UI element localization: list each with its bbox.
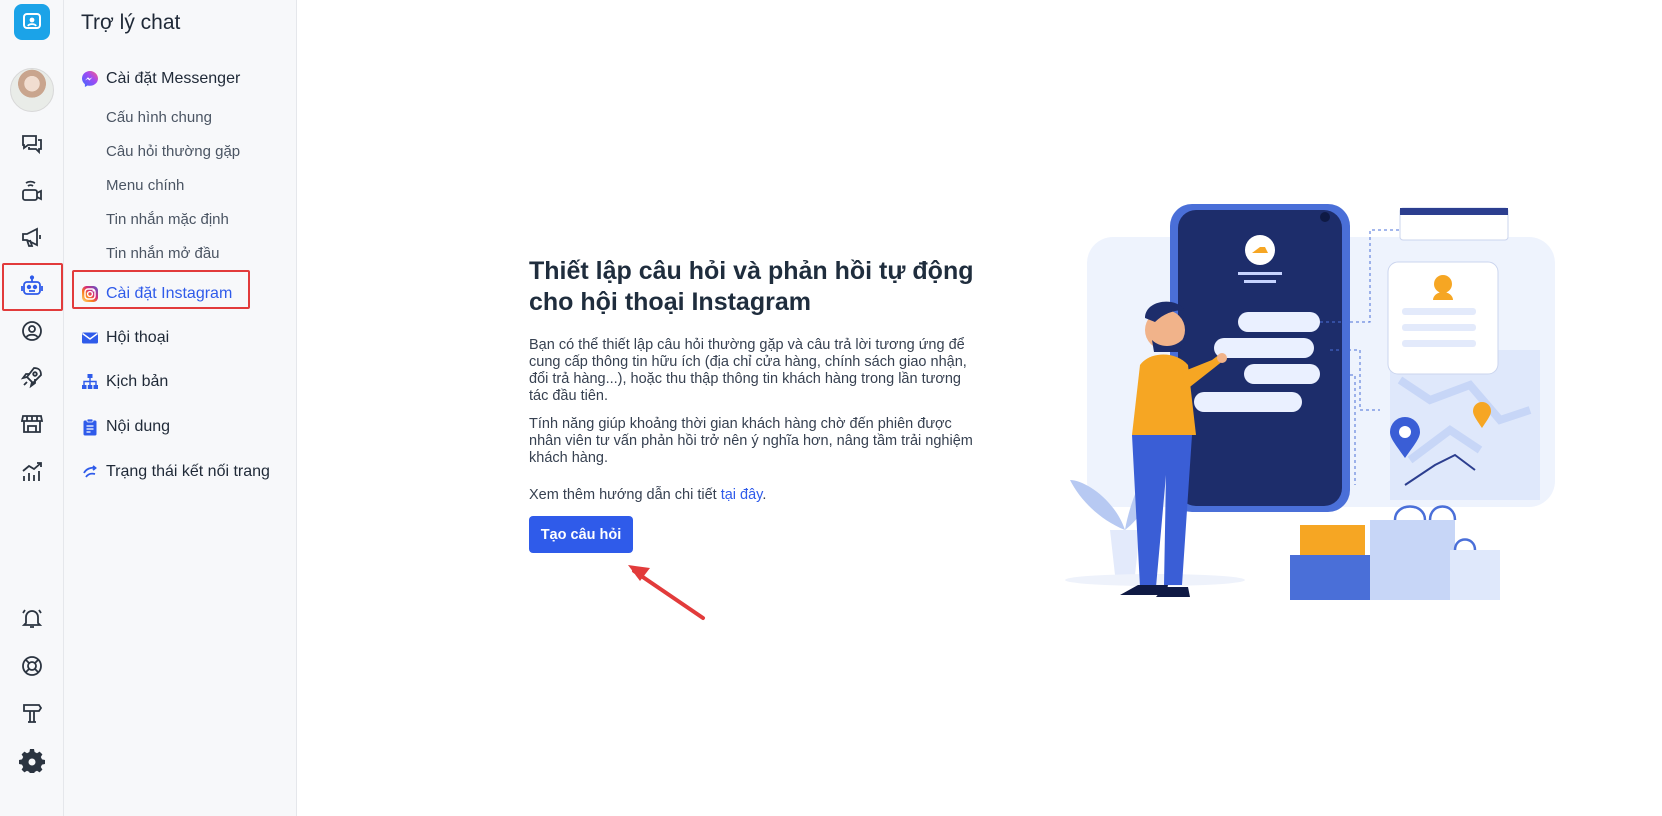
para-line: tác đầu tiên. <box>529 388 608 404</box>
annotation-arrow <box>628 565 705 620</box>
chatbot-illustration <box>1065 204 1555 600</box>
sidebar-group-label: Trạng thái kết nối trang <box>106 462 270 480</box>
page-title-line1: Thiết lập câu hỏi và phản hồi tự động <box>529 257 974 285</box>
link-status-icon <box>80 462 99 481</box>
guide-link[interactable]: tại đây <box>721 487 763 503</box>
sidebar-group-label: Cài đặt Messenger <box>106 69 241 87</box>
user-circle-icon[interactable] <box>8 309 56 353</box>
analytics-icon[interactable] <box>8 450 56 494</box>
clipboard-icon <box>80 417 99 436</box>
app: Trợ lý chat Cài đặt Messenger Cấu hình c… <box>0 0 1662 816</box>
sidebar-group-script[interactable]: Kịch bản <box>80 372 168 391</box>
guide-text-prefix: Xem thêm hướng dẫn chi tiết <box>529 487 721 503</box>
guide-text-end: . <box>762 487 767 503</box>
sidebar-group-label: Kịch bản <box>106 372 169 390</box>
sidebar-group-conversation[interactable]: Hội thoại <box>80 328 169 347</box>
secondary-sidebar: Trợ lý chat Cài đặt Messenger Cấu hình c… <box>64 0 297 816</box>
sidebar-group-label: Hội thoại <box>106 328 170 346</box>
sidebar-group-label: Cài đặt Instagram <box>106 284 233 302</box>
rocket-icon[interactable] <box>8 355 56 399</box>
rail-highlight-box <box>2 263 63 311</box>
para-line: nhân viên tư vấn phản hồi trở nên ý nghĩ… <box>529 433 973 449</box>
icon-rail <box>0 0 64 816</box>
page-title-line2: cho hội thoại Instagram <box>529 288 811 316</box>
gear-icon[interactable] <box>8 738 56 782</box>
sidebar-group-label: Nội dung <box>106 417 171 435</box>
sidebar-item-opening-message[interactable]: Tin nhắn mở đầu <box>106 245 220 262</box>
guide-text: Xem thêm hướng dẫn chi tiết tại đây. <box>529 487 766 503</box>
avatar[interactable] <box>10 68 54 112</box>
sidebar-title: Trợ lý chat <box>81 11 181 34</box>
para-line: cung cấp thông tin hữu ích (địa chỉ cửa … <box>529 354 967 370</box>
sidebar-group-instagram[interactable]: Cài đặt Instagram <box>80 284 232 303</box>
megaphone-icon[interactable] <box>8 215 56 259</box>
para-line: Tính năng giúp khoảng thời gian khách hà… <box>529 416 952 432</box>
intro-paragraph: Bạn có thể thiết lập câu hỏi thường gặp … <box>529 337 979 405</box>
sidebar-item-main-menu[interactable]: Menu chính <box>106 177 184 194</box>
sidebar-group-messenger[interactable]: Cài đặt Messenger <box>80 69 240 88</box>
para-line: khách hàng. <box>529 450 609 466</box>
bell-icon[interactable] <box>8 596 56 640</box>
para-line: đổi trả hàng...), hoặc thu thập thông ti… <box>529 371 961 387</box>
mail-icon <box>80 328 99 347</box>
lifebuoy-icon[interactable] <box>8 644 56 688</box>
messenger-icon <box>80 69 99 88</box>
sidebar-item-default-message[interactable]: Tin nhắn mặc định <box>106 211 229 228</box>
sidebar-group-connection-status[interactable]: Trạng thái kết nối trang <box>80 462 270 481</box>
create-question-button[interactable]: Tạo câu hỏi <box>529 516 633 553</box>
sidebar-group-content[interactable]: Nội dung <box>80 417 170 436</box>
signpost-icon[interactable] <box>8 691 56 735</box>
app-logo-icon[interactable] <box>14 4 50 40</box>
sitemap-icon <box>80 372 99 391</box>
store-icon[interactable] <box>8 402 56 446</box>
instagram-icon <box>80 284 99 303</box>
page-title: Thiết lập câu hỏi và phản hồi tự động ch… <box>529 256 979 318</box>
para-line: Bạn có thể thiết lập câu hỏi thường gặp … <box>529 337 965 353</box>
livestream-icon[interactable] <box>8 170 56 214</box>
sidebar-item-general-config[interactable]: Cấu hình chung <box>106 109 212 126</box>
chat-icon[interactable] <box>8 122 56 166</box>
benefit-paragraph: Tính năng giúp khoảng thời gian khách hà… <box>529 416 979 467</box>
sidebar-item-faq[interactable]: Câu hỏi thường gặp <box>106 143 240 160</box>
